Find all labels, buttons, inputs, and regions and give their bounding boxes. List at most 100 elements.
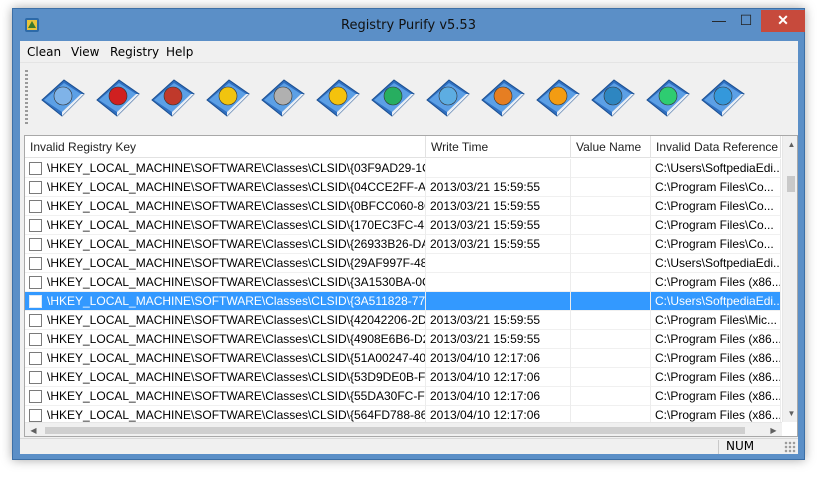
table-row[interactable]: \HKEY_LOCAL_MACHINE\SOFTWARE\Classes\CLS… [25, 349, 781, 368]
row-checkbox[interactable] [29, 257, 42, 270]
window-title: Registry Purify v5.53 [341, 18, 476, 33]
scan-wrench-icon[interactable] [38, 72, 88, 122]
cell-registry-key: \HKEY_LOCAL_MACHINE\SOFTWARE\Classes\CLS… [43, 330, 426, 349]
table-row[interactable]: \HKEY_LOCAL_MACHINE\SOFTWARE\Classes\CLS… [25, 197, 781, 216]
cell-registry-key: \HKEY_LOCAL_MACHINE\SOFTWARE\Classes\CLS… [43, 178, 426, 197]
cell-write-time: 2013/03/21 15:59:55 [426, 216, 571, 235]
dice-icon[interactable] [93, 72, 143, 122]
cell-write-time [426, 292, 571, 311]
row-checkbox[interactable] [29, 200, 42, 213]
cell-registry-key: \HKEY_LOCAL_MACHINE\SOFTWARE\Classes\CLS… [43, 311, 426, 330]
cell-data-reference: C:\Program Files (x86... [651, 368, 781, 387]
vertical-scroll-thumb[interactable] [787, 176, 795, 192]
yellow-ball-icon[interactable] [313, 72, 363, 122]
row-checkbox[interactable] [29, 238, 42, 251]
status-pane-divider [718, 440, 719, 454]
menu-registry[interactable]: Registry [110, 45, 159, 59]
cell-data-reference: C:\Program Files\Co... [651, 216, 781, 235]
table-row[interactable]: \HKEY_LOCAL_MACHINE\SOFTWARE\Classes\CLS… [25, 273, 781, 292]
cell-write-time: 2013/03/21 15:59:55 [426, 197, 571, 216]
clock-icon[interactable] [478, 72, 528, 122]
table-row[interactable]: \HKEY_LOCAL_MACHINE\SOFTWARE\Classes\CLS… [25, 216, 781, 235]
column-header-value-name[interactable]: Value Name [571, 136, 651, 158]
row-checkbox[interactable] [29, 162, 42, 175]
email-at-icon[interactable] [643, 72, 693, 122]
vertical-scrollbar[interactable]: ▲ ▼ [782, 136, 797, 422]
menu-view[interactable]: View [71, 45, 99, 59]
dice-multiple-icon[interactable] [148, 72, 198, 122]
cell-write-time: 2013/03/21 15:59:55 [426, 311, 571, 330]
cell-data-reference: C:\Program Files (x86... [651, 273, 781, 292]
cell-value-name [571, 216, 651, 235]
column-header-data-reference[interactable]: Invalid Data Reference [651, 136, 781, 158]
scroll-down-icon[interactable]: ▼ [783, 405, 797, 422]
cell-value-name [571, 159, 651, 178]
tools-icon[interactable] [258, 72, 308, 122]
row-checkbox[interactable] [29, 295, 42, 308]
cell-value-name [571, 273, 651, 292]
cell-data-reference: C:\Program Files\Co... [651, 197, 781, 216]
client-area: Clean View Registry Help Invalid Registr… [20, 41, 798, 454]
table-row[interactable]: \HKEY_LOCAL_MACHINE\SOFTWARE\Classes\CLS… [25, 330, 781, 349]
row-checkbox[interactable] [29, 409, 42, 422]
row-checkbox[interactable] [29, 276, 42, 289]
cell-registry-key: \HKEY_LOCAL_MACHINE\SOFTWARE\Classes\CLS… [43, 273, 426, 292]
row-checkbox[interactable] [29, 352, 42, 365]
table-row[interactable]: \HKEY_LOCAL_MACHINE\SOFTWARE\Classes\CLS… [25, 178, 781, 197]
cell-value-name [571, 311, 651, 330]
cell-data-reference: C:\Program Files (x86... [651, 387, 781, 406]
scroll-left-icon[interactable]: ◀ [25, 423, 42, 436]
cell-data-reference: C:\Users\SoftpediaEdi... [651, 292, 781, 311]
table-row[interactable]: \HKEY_LOCAL_MACHINE\SOFTWARE\Classes\CLS… [25, 159, 781, 178]
cell-write-time [426, 254, 571, 273]
main-window: Registry Purify v5.53 — ☐ ✕ Clean View R… [12, 8, 805, 460]
table-row[interactable]: \HKEY_LOCAL_MACHINE\SOFTWARE\Classes\CLS… [25, 235, 781, 254]
cell-value-name [571, 330, 651, 349]
table-row[interactable]: \HKEY_LOCAL_MACHINE\SOFTWARE\Classes\CLS… [25, 368, 781, 387]
toolbar-grip[interactable] [25, 70, 28, 124]
resize-grip[interactable] [784, 441, 796, 453]
cell-write-time: 2013/03/21 15:59:55 [426, 235, 571, 254]
row-checkbox[interactable] [29, 371, 42, 384]
download-arrow-icon[interactable] [368, 72, 418, 122]
users-icon[interactable] [588, 72, 638, 122]
cell-registry-key: \HKEY_LOCAL_MACHINE\SOFTWARE\Classes\CLS… [43, 235, 426, 254]
menu-bar: Clean View Registry Help [20, 41, 798, 63]
cell-registry-key: \HKEY_LOCAL_MACHINE\SOFTWARE\Classes\CLS… [43, 368, 426, 387]
menu-help[interactable]: Help [166, 45, 193, 59]
row-checkbox[interactable] [29, 181, 42, 194]
scroll-up-icon[interactable]: ▲ [783, 136, 797, 153]
row-checkbox[interactable] [29, 333, 42, 346]
window-icon[interactable] [423, 72, 473, 122]
table-row[interactable]: \HKEY_LOCAL_MACHINE\SOFTWARE\Classes\CLS… [25, 292, 781, 311]
table-row[interactable]: \HKEY_LOCAL_MACHINE\SOFTWARE\Classes\CLS… [25, 311, 781, 330]
finder-icon[interactable] [698, 72, 748, 122]
toolbar [20, 64, 798, 129]
column-header-key[interactable]: Invalid Registry Key [25, 136, 426, 158]
registry-list[interactable]: Invalid Registry Key Write Time Value Na… [24, 135, 798, 437]
box-icon[interactable] [533, 72, 583, 122]
menu-clean[interactable]: Clean [27, 45, 61, 59]
table-row[interactable]: \HKEY_LOCAL_MACHINE\SOFTWARE\Classes\CLS… [25, 387, 781, 406]
scroll-right-icon[interactable]: ▶ [765, 423, 782, 436]
row-checkbox[interactable] [29, 314, 42, 327]
cell-data-reference: C:\Program Files\Mic... [651, 311, 781, 330]
row-checkbox[interactable] [29, 390, 42, 403]
warning-sign-icon[interactable] [203, 72, 253, 122]
cell-registry-key: \HKEY_LOCAL_MACHINE\SOFTWARE\Classes\CLS… [43, 349, 426, 368]
horizontal-scroll-thumb[interactable] [45, 427, 745, 434]
horizontal-scrollbar[interactable]: ◀ ▶ [25, 422, 782, 436]
title-bar[interactable]: Registry Purify v5.53 — ☐ ✕ [13, 9, 805, 41]
num-lock-indicator: NUM [726, 439, 755, 453]
row-checkbox[interactable] [29, 219, 42, 232]
cell-data-reference: C:\Program Files\Co... [651, 235, 781, 254]
cell-registry-key: \HKEY_LOCAL_MACHINE\SOFTWARE\Classes\CLS… [43, 254, 426, 273]
close-button[interactable]: ✕ [761, 10, 805, 32]
minimize-button[interactable]: — [706, 10, 732, 32]
cell-value-name [571, 349, 651, 368]
cell-write-time [426, 273, 571, 292]
status-bar: NUM [20, 438, 798, 454]
table-row[interactable]: \HKEY_LOCAL_MACHINE\SOFTWARE\Classes\CLS… [25, 254, 781, 273]
maximize-button[interactable]: ☐ [733, 10, 759, 32]
column-header-write-time[interactable]: Write Time [426, 136, 571, 158]
